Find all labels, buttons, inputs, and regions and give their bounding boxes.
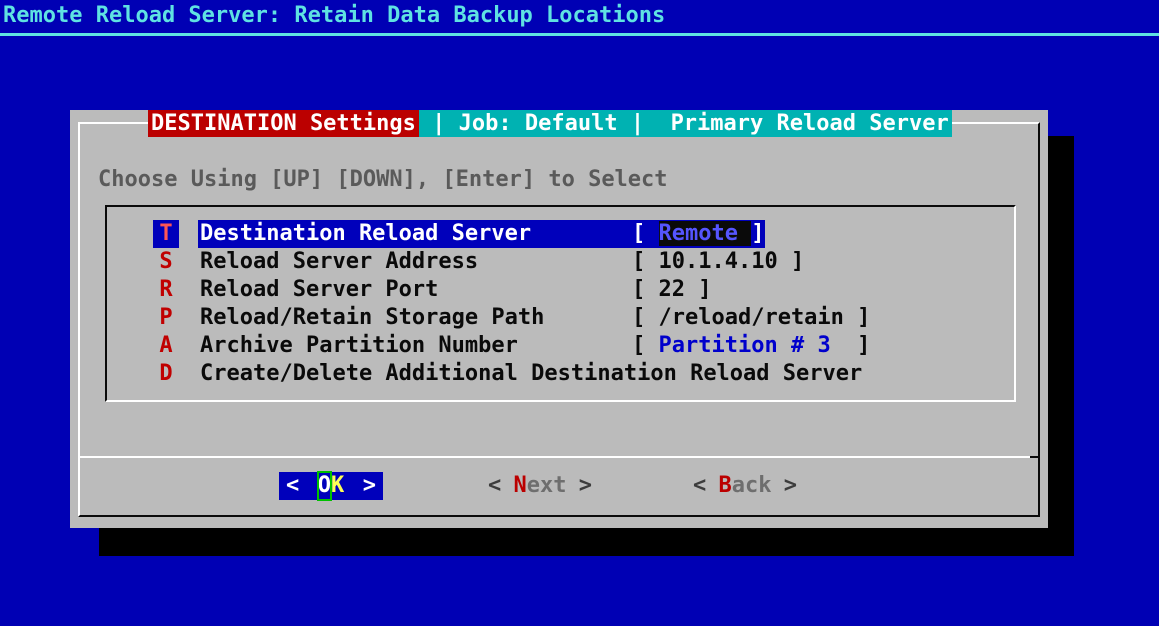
- menu-item-reload-server-address[interactable]: S Reload Server Address [ 10.1.4.10 ]: [107, 248, 1014, 276]
- menu-item-reload-server-port[interactable]: R Reload Server Port [ 22 ]: [107, 276, 1014, 304]
- menu-item-create-delete-server[interactable]: D Create/Delete Additional Destination R…: [107, 360, 1014, 388]
- button-separator: [78, 456, 1040, 458]
- settings-dialog: DESTINATION Settings | Job: Default | Pr…: [70, 110, 1048, 528]
- menu-item-value: [ 10.1.4.10 ]: [632, 249, 805, 274]
- instructions-text: Choose Using [UP] [DOWN], [Enter] to Sel…: [98, 167, 668, 192]
- right-angle-icon: >: [783, 473, 797, 498]
- right-angle-icon: >: [362, 473, 376, 498]
- hotkey-letter: A: [159, 333, 173, 358]
- menu-item-storage-path[interactable]: P Reload/Retain Storage Path [ /reload/r…: [107, 304, 1014, 332]
- menu-item-value: [ Remote ]: [632, 220, 764, 248]
- hotkey-letter: P: [159, 305, 173, 330]
- right-angle-icon: >: [578, 473, 592, 498]
- menu-item-value: [ 22 ]: [632, 277, 712, 302]
- value-bracket-open: [: [632, 333, 659, 358]
- value-bracket-close: ]: [830, 333, 871, 358]
- menu-item-value: [ /reload/retain ]: [632, 305, 871, 330]
- title-underline: [0, 33, 1159, 36]
- menu-item-label: Destination Reload Server: [200, 221, 532, 246]
- separator-end-cap: [1030, 456, 1040, 458]
- menu-item-label: Archive Partition Number: [200, 333, 518, 358]
- menu-list: T Destination Reload Server [ Remote ] S…: [105, 205, 1016, 402]
- hotkey-letter: S: [159, 249, 173, 274]
- dialog-title-bar: DESTINATION Settings | Job: Default | Pr…: [148, 110, 952, 137]
- terminal-screen: Remote Reload Server: Retain Data Backup…: [0, 0, 1159, 626]
- ok-button[interactable]: < OK >: [279, 471, 383, 501]
- value-text: Partition # 3: [658, 333, 831, 358]
- value-bracket-open: [: [632, 221, 659, 246]
- hotkey-letter: T: [153, 220, 179, 248]
- next-button[interactable]: < Next >: [488, 472, 592, 500]
- dialog-title-job-server: | Job: Default | Primary Reload Server: [418, 110, 952, 137]
- menu-item-label: Reload Server Port: [200, 277, 439, 302]
- hotkey-letter: D: [159, 361, 173, 386]
- back-button[interactable]: < Back >: [693, 472, 797, 500]
- next-button-label: Next: [513, 473, 567, 498]
- window-title: Remote Reload Server: Retain Data Backup…: [3, 3, 666, 28]
- menu-item-label: Reload Server Address: [200, 249, 479, 274]
- ok-button-label: OK: [316, 471, 345, 501]
- hotkey-letter: R: [159, 277, 173, 302]
- left-angle-icon: <: [693, 473, 707, 498]
- left-angle-icon: <: [488, 473, 502, 498]
- menu-item-value: [ Partition # 3 ]: [632, 332, 870, 360]
- menu-item-destination-reload-server[interactable]: T Destination Reload Server [ Remote ]: [107, 220, 1014, 248]
- menu-item-archive-partition[interactable]: A Archive Partition Number [ Partition #…: [107, 332, 1014, 360]
- text-cursor: O: [316, 471, 333, 501]
- value-text: Remote: [658, 221, 752, 246]
- menu-item-label: Create/Delete Additional Destination Rel…: [200, 361, 863, 386]
- left-angle-icon: <: [286, 473, 300, 498]
- back-button-label: Back: [718, 473, 772, 498]
- menu-item-label: Reload/Retain Storage Path: [200, 305, 545, 330]
- dialog-title-destination: DESTINATION Settings: [148, 110, 419, 137]
- value-bracket-close: ]: [751, 221, 765, 246]
